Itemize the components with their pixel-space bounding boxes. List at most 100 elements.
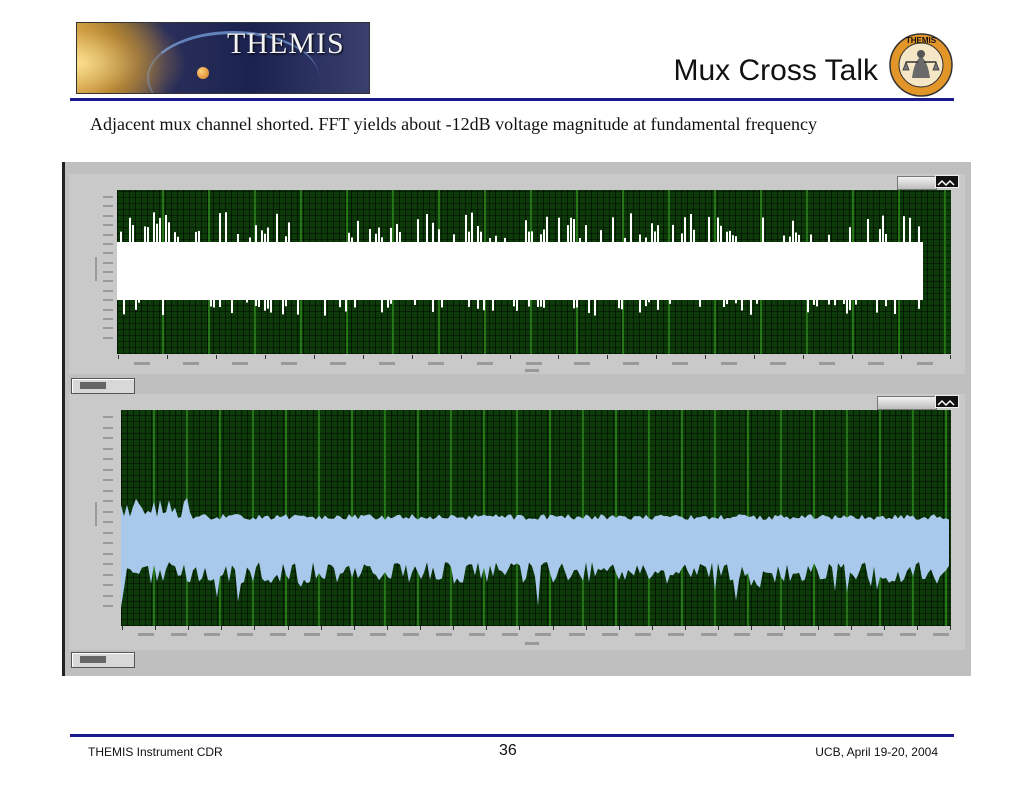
signal-spike — [741, 300, 743, 311]
signal-spike — [276, 213, 278, 242]
signal-spike — [600, 230, 602, 242]
signal-spike — [645, 300, 647, 307]
signal-spike — [573, 219, 575, 242]
signal-spike — [756, 300, 758, 304]
signal-spike — [816, 300, 818, 307]
x-tick-label-blur — [933, 633, 949, 636]
signal-spike — [219, 300, 221, 308]
signal-spike — [576, 300, 578, 308]
x-tick-label-blur — [370, 633, 386, 636]
signal-spike — [909, 217, 911, 242]
x-tick-label-blur — [477, 362, 493, 365]
x-tick-label-blur — [701, 633, 717, 636]
x-tick-label-blur — [721, 362, 737, 365]
y-tick-label-blur — [103, 542, 113, 544]
signal-spike — [168, 222, 170, 242]
waveform-icon[interactable] — [935, 395, 959, 408]
signal-spike — [540, 300, 542, 307]
signal-spike — [120, 231, 122, 242]
signal-spike — [165, 215, 167, 242]
signal-spike — [735, 236, 737, 242]
signal-spike — [834, 300, 836, 306]
instrument-screenshot — [62, 162, 971, 676]
signal-spike — [813, 300, 815, 305]
signal-spike — [147, 227, 149, 242]
x-tick — [321, 626, 322, 630]
x-tick — [619, 626, 620, 630]
signal-spike — [726, 231, 728, 242]
x-tick — [558, 355, 559, 359]
footer-right-text: UCB, April 19-20, 2004 — [815, 745, 938, 759]
x-tick-label-blur — [867, 633, 883, 636]
signal-spike — [525, 220, 527, 242]
y-tick-label-blur — [103, 427, 113, 429]
signal-spike — [879, 229, 881, 242]
signal-spike — [708, 216, 710, 242]
slide-caption: Adjacent mux channel shorted. FFT yields… — [90, 114, 817, 134]
x-tick-label-blur — [800, 633, 816, 636]
panel-tab-top[interactable] — [71, 378, 135, 394]
x-tick-label-blur — [403, 633, 419, 636]
earth-icon — [197, 67, 209, 79]
signal-spike — [750, 300, 752, 315]
signal-spike — [162, 300, 164, 315]
x-tick — [314, 355, 315, 359]
x-tick-label-blur — [237, 633, 253, 636]
x-tick-label-blur — [436, 633, 452, 636]
y-axis-ticks-bottom — [77, 414, 117, 614]
x-tick — [656, 355, 657, 359]
x-tick — [412, 355, 413, 359]
signal-spike — [828, 300, 830, 305]
x-tick — [188, 626, 189, 630]
x-tick-label-blur — [526, 362, 542, 365]
signal-spike — [123, 300, 125, 315]
x-tick — [221, 626, 222, 630]
x-axis-ticks-top — [117, 355, 951, 369]
scroll-thumb-bottom[interactable] — [525, 642, 539, 645]
x-tick — [167, 355, 168, 359]
x-tick — [155, 626, 156, 630]
signal-spike — [453, 234, 455, 242]
x-tick — [784, 626, 785, 630]
waveform-icon[interactable] — [935, 175, 959, 188]
signal-spike — [255, 225, 257, 242]
signal-spike — [174, 232, 176, 242]
x-tick-label-blur — [502, 633, 518, 636]
y-tick-label-blur — [103, 262, 113, 264]
x-tick-label-blur — [819, 362, 835, 365]
x-tick-label-blur — [900, 633, 916, 636]
signal-spike — [849, 300, 851, 311]
signal-spike — [144, 226, 146, 242]
x-tick-label-blur — [868, 362, 884, 365]
x-tick — [453, 626, 454, 630]
signal-spike — [138, 300, 140, 303]
themis-banner-logo: THEMIS — [76, 22, 370, 94]
x-tick-label-blur — [270, 633, 286, 636]
x-tick — [901, 355, 902, 359]
panel-tab-bottom[interactable] — [71, 652, 135, 668]
signal-spike — [810, 234, 812, 242]
y-tick-label-blur — [103, 196, 113, 198]
signal-spike — [465, 214, 467, 242]
y-tick-label-blur — [103, 490, 113, 492]
y-tick-label-blur — [103, 521, 113, 523]
y-tick-label-blur — [103, 280, 113, 282]
signal-spike — [855, 300, 857, 305]
x-tick — [420, 626, 421, 630]
signal-spike — [723, 300, 725, 308]
y-axis-ticks-top — [77, 194, 117, 344]
signal-spike — [195, 231, 197, 242]
scroll-control[interactable] — [897, 176, 937, 190]
x-tick-label-blur — [469, 633, 485, 636]
signal-spike — [882, 215, 884, 242]
x-tick-label-blur — [834, 633, 850, 636]
x-tick-label-blur — [379, 362, 395, 365]
scroll-thumb-top[interactable] — [525, 369, 539, 372]
signal-spike — [729, 230, 731, 242]
signal-spike — [558, 217, 560, 242]
signal-spike — [129, 217, 131, 242]
x-tick-label-blur — [183, 362, 199, 365]
scroll-control[interactable] — [877, 396, 937, 410]
x-tick-label-blur — [134, 362, 150, 365]
signal-spike — [237, 233, 239, 242]
